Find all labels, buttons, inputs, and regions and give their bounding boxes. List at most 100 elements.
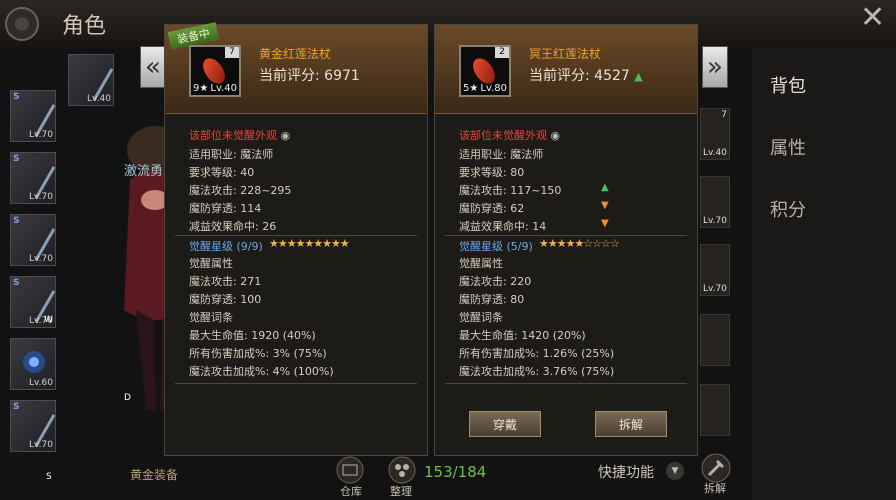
job-row: 适用职业: 魔法师	[459, 148, 544, 161]
score-label: 当前评分:	[259, 68, 320, 84]
letter-d: D	[124, 393, 131, 403]
inventory-slot[interactable]: Lv.70	[700, 244, 730, 296]
awaken-label: 觉醒星级	[189, 240, 233, 253]
item-level: Lv.40	[210, 83, 237, 94]
awaken-stars: ★★★★★★★★★	[269, 237, 350, 250]
slot-level: Lv.70	[29, 192, 53, 202]
inventory-slot[interactable]: Lv.70	[700, 176, 730, 228]
item-icon: 7 9★ Lv.40	[189, 45, 241, 97]
warning-text: 该部位未觉醒外观	[189, 129, 277, 142]
slot-count: 7	[721, 110, 727, 120]
item-level: Lv.80	[480, 83, 507, 94]
slot-level: Lv.40	[703, 148, 727, 158]
awaken-attr-2: 魔防穿透: 100	[189, 293, 262, 306]
awaken-row: 觉醒星级 (5/9)	[459, 238, 533, 254]
item-star: 9★	[193, 83, 209, 94]
affix-title: 觉醒词条	[189, 311, 233, 324]
affix-title: 觉醒词条	[459, 311, 503, 324]
score-label: 当前评分:	[529, 68, 590, 84]
eye-icon: ◉	[280, 129, 291, 142]
awaken-attr-1: 魔法攻击: 271	[189, 275, 262, 288]
slot-level: Lv.70	[29, 254, 53, 264]
sort-label: 整理	[390, 485, 412, 498]
menu-emblem-icon[interactable]	[0, 4, 52, 44]
equipped-item-tooltip: 装备中 7 9★ Lv.40 黄金红莲法杖 当前评分: 6971 该部位未觉醒外…	[164, 22, 428, 456]
level-row: 要求等级: 40	[189, 166, 255, 179]
debuff-row: 减益效果命中: 14	[459, 220, 547, 233]
matk-row: 魔法攻击: 228~295	[189, 184, 292, 197]
inventory-slot[interactable]: 7 Lv.40	[700, 108, 730, 160]
matk-row: 魔法攻击: 117~150	[459, 184, 562, 197]
awaken-value: (5/9)	[506, 240, 533, 253]
eye-icon: ◉	[550, 129, 561, 142]
wear-button[interactable]: 穿戴	[469, 411, 541, 437]
letter-w: W	[44, 315, 53, 325]
equipment-slot-6[interactable]: S Lv.70	[10, 400, 56, 452]
mpen-row: 魔防穿透: 114	[189, 202, 262, 215]
awaken-attr-1: 魔法攻击: 220	[459, 275, 532, 288]
equipment-slot-1[interactable]: S Lv.70	[10, 90, 56, 142]
slot-level: Lv.70	[703, 284, 727, 294]
awaken-value: (9/9)	[236, 240, 263, 253]
item-count: 7	[225, 47, 239, 58]
debuff-row: 减益效果命中: 26	[189, 220, 277, 233]
down-arrow-icon: ▼	[601, 200, 609, 211]
mpen-row: 魔防穿透: 62	[459, 202, 525, 215]
dismantle-shortcut-label: 拆解	[704, 482, 726, 495]
slot-star: S	[13, 278, 20, 288]
equipment-slot-3[interactable]: S Lv.70	[10, 214, 56, 266]
compare-item-tooltip: 2 5★ Lv.80 冥王红莲法杖 当前评分: 4527 ▲ 该部位未觉醒外观 …	[434, 24, 698, 456]
job-row: 适用职业: 魔法师	[189, 148, 274, 161]
equipment-slot-5[interactable]: Lv.60	[10, 338, 56, 390]
slot-star: S	[13, 92, 20, 102]
inventory-slot[interactable]	[700, 314, 730, 366]
close-icon[interactable]: ✕	[860, 0, 885, 35]
affix-1: 最大生命值: 1420 (20%)	[459, 329, 586, 342]
level-row: 要求等级: 80	[459, 166, 525, 179]
tab-points[interactable]: 积分	[770, 196, 806, 222]
score-value: 6971	[324, 68, 360, 84]
item-icon: 2 5★ Lv.80	[459, 45, 511, 97]
slot-level: Lv.70	[29, 130, 53, 140]
tab-attributes[interactable]: 属性	[770, 134, 806, 160]
awaken-label: 觉醒星级	[459, 240, 503, 253]
divider	[445, 383, 687, 384]
page-title: 角色	[62, 14, 107, 39]
divider	[175, 383, 417, 384]
awaken-stars: ★★★★★☆☆☆☆	[539, 237, 620, 250]
awaken-attr-title: 觉醒属性	[189, 257, 233, 270]
prev-arrow-icon[interactable]: «	[140, 46, 166, 88]
affix-1: 最大生命值: 1920 (40%)	[189, 329, 316, 342]
slot-level: Lv.70	[29, 440, 53, 450]
equipment-slot-2[interactable]: S Lv.70	[10, 152, 56, 204]
affix-2: 所有伤害加成%: 1.26% (25%)	[459, 347, 615, 360]
item-star: 5★	[463, 83, 479, 94]
letter-s: S	[46, 472, 52, 482]
score-up-arrow-icon: ▲	[634, 70, 643, 83]
item-count: 2	[495, 47, 509, 58]
bag-capacity: 153/184	[424, 463, 487, 481]
item-score: 当前评分: 6971	[259, 65, 360, 85]
warehouse-label: 仓库	[340, 485, 362, 498]
awaken-row: 觉醒星级 (9/9)	[189, 238, 263, 254]
score-value: 4527	[594, 68, 630, 84]
awaken-warning: 该部位未觉醒外观 ◉	[459, 127, 560, 143]
tab-bag[interactable]: 背包	[770, 72, 806, 98]
item-name: 黄金红莲法杖	[259, 47, 332, 61]
dropdown-icon[interactable]: ▼	[666, 462, 684, 480]
affix-3: 魔法攻击加成%: 3.76% (75%)	[459, 365, 615, 378]
character-label: 激流勇	[124, 164, 164, 179]
dismantle-button[interactable]: 拆解	[595, 411, 667, 437]
quick-function-label[interactable]: 快捷功能	[598, 462, 654, 482]
slot-level: Lv.70	[703, 216, 727, 226]
item-score: 当前评分: 4527 ▲	[529, 65, 643, 85]
slot-star: S	[13, 402, 20, 412]
divider	[175, 235, 417, 236]
gold-set-label[interactable]: 黄金装备	[130, 466, 178, 483]
divider	[445, 235, 687, 236]
next-arrow-icon[interactable]: »	[702, 46, 728, 88]
awaken-warning: 该部位未觉醒外观 ◉	[189, 127, 290, 143]
slot-star: S	[13, 154, 20, 164]
affix-3: 魔法攻击加成%: 4% (100%)	[189, 365, 334, 378]
inventory-slot[interactable]	[700, 384, 730, 436]
